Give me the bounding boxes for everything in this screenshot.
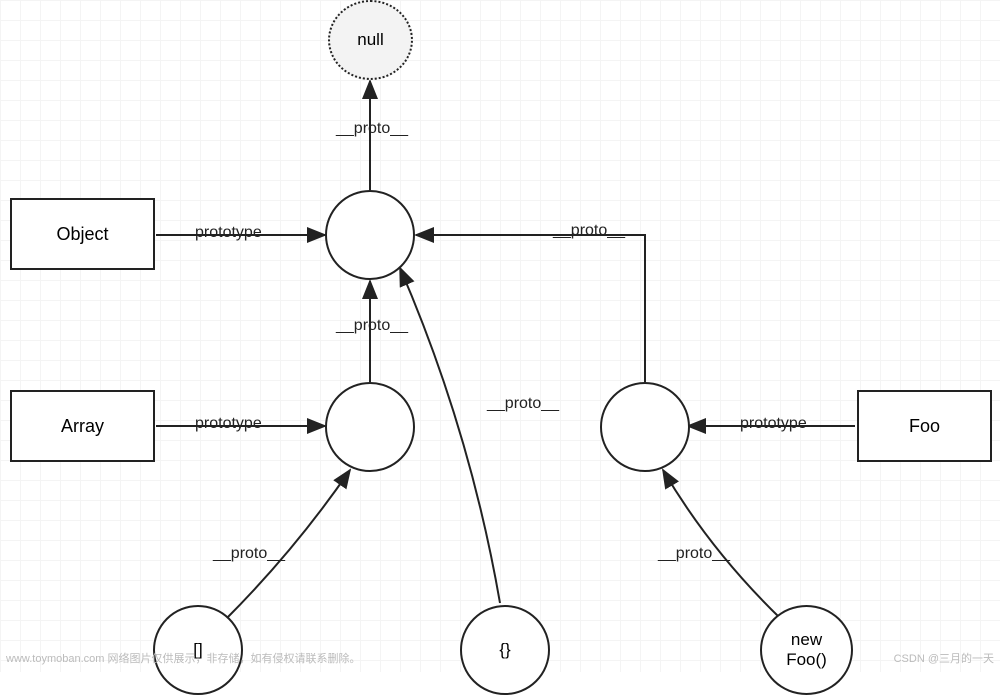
label-proto-arr-arrayproto: __proto__ (213, 545, 285, 563)
node-new-foo: new Foo() (760, 605, 853, 695)
node-new-foo-label: new Foo() (786, 630, 827, 669)
node-foo-label: Foo (909, 416, 940, 437)
node-foo: Foo (857, 390, 992, 462)
node-array-prototype (325, 382, 415, 472)
label-proto-arrayproto-objectproto: __proto__ (336, 317, 408, 335)
label-prototype-foo: prototype (740, 415, 807, 433)
edge-obj-to-objectproto (400, 268, 500, 603)
node-object: Object (10, 198, 155, 270)
label-proto-obj-objectproto: __proto__ (487, 395, 559, 413)
label-proto-newfoo-fooproto: __proto__ (658, 545, 730, 563)
label-prototype-object: prototype (195, 224, 262, 242)
node-empty-object: {} (460, 605, 550, 695)
node-null-label: null (357, 30, 383, 50)
edge-fooproto-to-objectproto (416, 235, 645, 382)
watermark-right: CSDN @三月的一天 (894, 650, 994, 666)
label-proto-fooproto-objectproto: __proto__ (553, 222, 625, 240)
node-empty-object-label: {} (499, 640, 510, 660)
node-foo-prototype (600, 382, 690, 472)
edge-newfoo-to-fooproto (663, 470, 780, 618)
node-array: Array (10, 390, 155, 462)
watermark-left: www.toymoban.com 网络图片仅供展示，非存储，如有侵权请联系删除。 (6, 650, 360, 666)
diagram-canvas: null Object Array Foo [] {} new Foo() pr… (0, 0, 1000, 672)
arrows-layer (0, 0, 1000, 672)
node-object-label: Object (56, 224, 108, 245)
node-object-prototype (325, 190, 415, 280)
label-prototype-array: prototype (195, 415, 262, 433)
node-array-label: Array (61, 416, 104, 437)
label-proto-objectproto-null: __proto__ (336, 120, 408, 138)
node-null: null (328, 0, 413, 80)
